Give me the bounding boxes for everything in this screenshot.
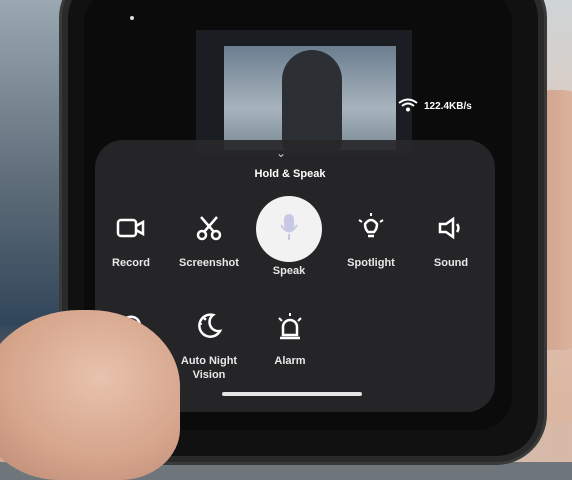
wifi-icon — [398, 98, 418, 115]
panel-title: Hold & Speak — [254, 168, 326, 180]
auto-night-vision-label: Auto Night Vision — [180, 355, 238, 381]
moon-icon — [172, 310, 246, 342]
record-label: Record — [112, 257, 150, 269]
scissors-icon — [172, 212, 246, 244]
auto-night-vision-button[interactable]: Auto Night Vision — [172, 310, 246, 382]
record-button[interactable]: Record — [94, 212, 168, 270]
chevron-down-icon[interactable]: ⌄ — [276, 146, 286, 160]
spotlight-label: Spotlight — [347, 257, 395, 269]
screenshot-button[interactable]: Screenshot — [172, 212, 246, 270]
alarm-label: Alarm — [274, 355, 306, 367]
alarm-button[interactable]: Alarm — [253, 310, 327, 368]
network-speed: 122.4KB/s — [424, 101, 472, 112]
lightbulb-icon — [334, 212, 408, 244]
status-dot — [130, 16, 134, 20]
sound-label: Sound — [433, 257, 469, 269]
video-camera-icon — [94, 212, 168, 244]
microphone-icon — [278, 212, 300, 247]
speak-button[interactable] — [256, 196, 322, 262]
video-person — [282, 50, 342, 150]
screenshot-label: Screenshot — [179, 257, 239, 269]
sound-button[interactable]: Sound — [414, 212, 488, 270]
spotlight-button[interactable]: Spotlight — [334, 212, 408, 270]
speaker-icon — [414, 212, 488, 244]
siren-icon — [253, 310, 327, 342]
hand-thumb — [0, 310, 180, 480]
home-indicator[interactable] — [222, 392, 362, 396]
network-indicator: 122.4KB/s — [398, 98, 472, 115]
speak-label: Speak — [272, 265, 306, 277]
